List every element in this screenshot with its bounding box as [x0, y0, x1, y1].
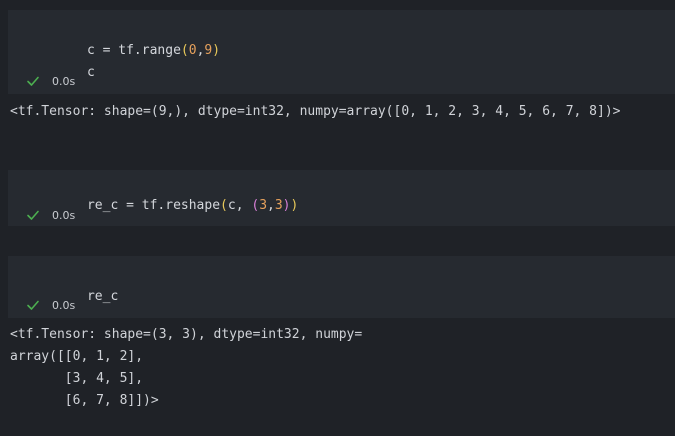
code-variable: re_c — [86, 289, 119, 304]
code-paren: ( — [180, 43, 189, 58]
code-number: 3 — [274, 198, 283, 213]
notebook: c = tf.range(0,9) c 0.0s <tf.Tensor: sha… — [0, 0, 675, 436]
cell-output-line: <tf.Tensor: shape=(3, 3), dtype=int32, n… — [10, 327, 363, 342]
code-operator: = — [94, 43, 119, 58]
code-paren: ) — [212, 43, 221, 58]
execution-status: 0.0s — [26, 73, 75, 89]
code-variable: c, — [227, 198, 252, 213]
code-cell-2[interactable]: re_c = tf.reshape(c, (3,3)) 0.0s — [8, 170, 675, 226]
cell-output-line: [6, 7, 8]])> — [10, 393, 159, 408]
code-number: 0 — [188, 43, 197, 58]
code-function: tf.reshape — [141, 198, 221, 213]
cell-output-line: array([[0, 1, 2], — [10, 349, 144, 364]
execution-status: 0.0s — [26, 297, 75, 313]
check-icon — [27, 76, 39, 86]
cell-output-line: [3, 4, 5], — [10, 371, 144, 386]
code-variable: c — [86, 65, 95, 80]
check-icon — [27, 210, 39, 220]
code-cell-1[interactable]: c = tf.range(0,9) c 0.0s — [8, 10, 675, 94]
check-icon — [27, 300, 39, 310]
execution-status: 0.0s — [26, 207, 75, 223]
code-paren: ( — [220, 198, 228, 213]
code-paren: ) — [290, 198, 299, 213]
code-paren: ) — [282, 198, 291, 213]
execution-time: 0.0s — [52, 74, 76, 88]
code-comma: , — [267, 198, 275, 213]
cell-output-line: <tf.Tensor: shape=(9,), dtype=int32, num… — [10, 104, 621, 119]
code-paren: ( — [251, 198, 260, 213]
code-line[interactable]: re_c = tf.reshape(c, (3,3)) — [40, 179, 298, 233]
code-number: 3 — [259, 198, 268, 213]
code-variable: re_c — [86, 198, 119, 213]
code-operator: = — [118, 198, 142, 213]
code-function: tf.range — [118, 43, 181, 58]
code-cell-3[interactable]: re_c 0.0s — [8, 256, 675, 318]
execution-time: 0.0s — [52, 208, 76, 222]
execution-time: 0.0s — [52, 298, 76, 312]
